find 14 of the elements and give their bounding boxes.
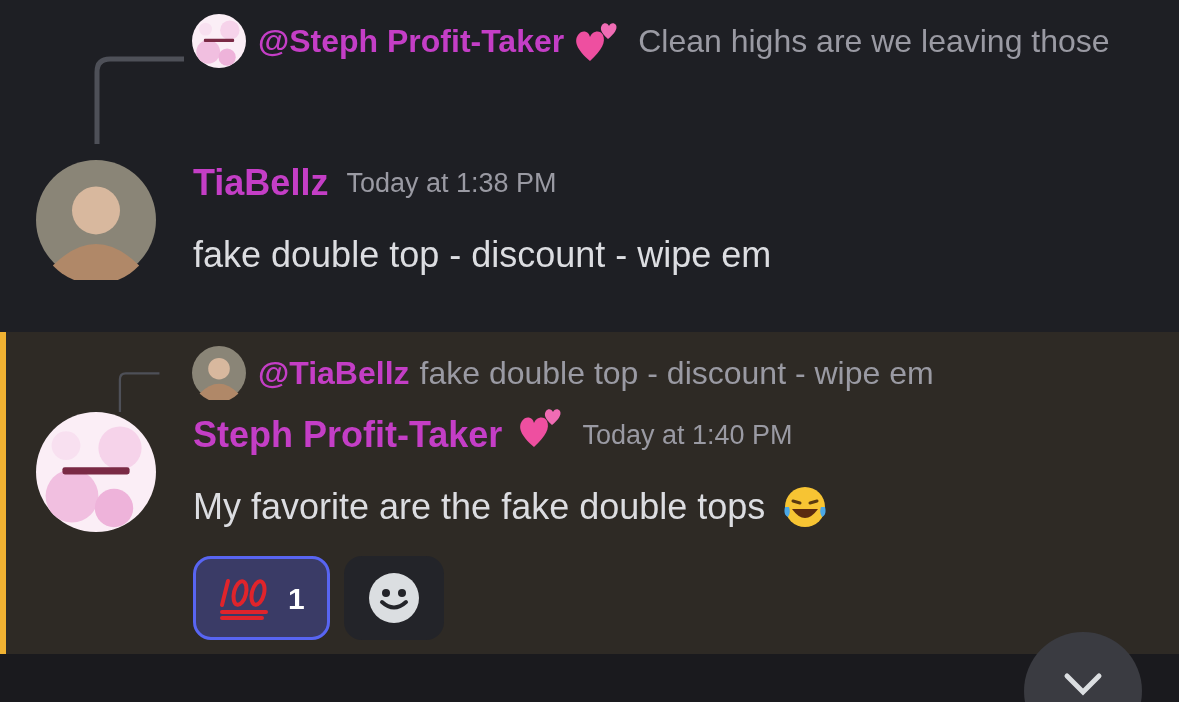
reply-author[interactable]: @Steph Profit-Taker xyxy=(258,15,565,67)
reply-author[interactable]: @TiaBellz xyxy=(258,347,410,399)
reply-text[interactable]: Clean highs are we leaving those xyxy=(638,15,1110,67)
smiley-icon xyxy=(366,571,421,625)
chevron-down-icon xyxy=(1063,672,1103,696)
timestamp: Today at 1:40 PM xyxy=(582,418,793,452)
timestamp: Today at 1:38 PM xyxy=(346,166,557,200)
username[interactable]: Steph Profit-Taker xyxy=(193,408,503,462)
message-text: fake double top - discount - wipe em xyxy=(193,233,772,277)
add-reaction-button[interactable] xyxy=(343,556,444,640)
reply-text[interactable]: fake double top - discount - wipe em xyxy=(419,347,934,399)
reaction-button[interactable]: 1 xyxy=(193,556,330,640)
message-text: My favorite are the fake double tops xyxy=(193,485,766,529)
username[interactable]: TiaBellz xyxy=(193,156,329,210)
